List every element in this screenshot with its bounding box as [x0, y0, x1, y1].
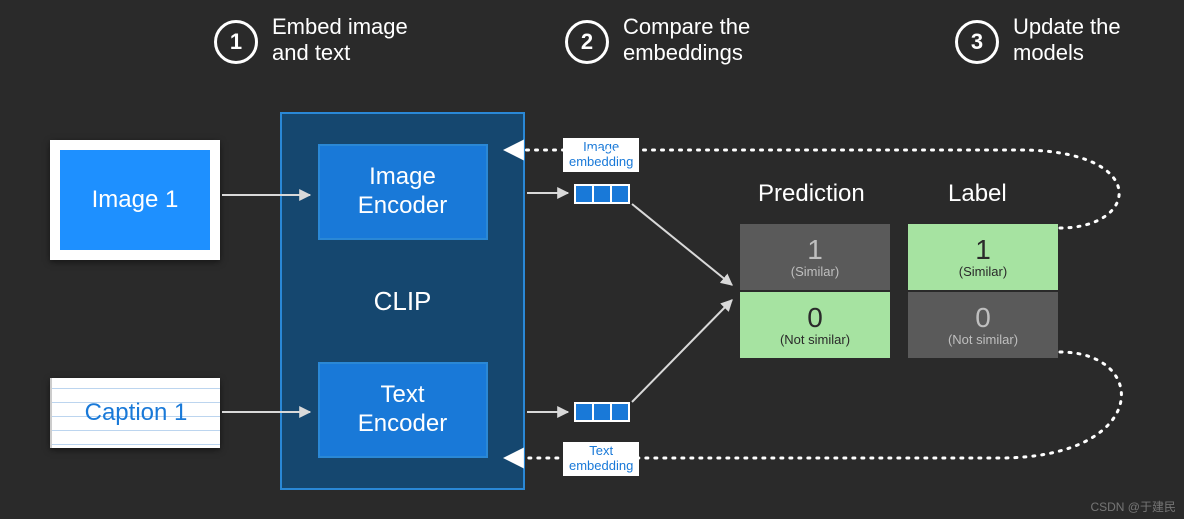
text-embedding-vector — [574, 402, 628, 422]
caption-card: Caption 1 — [50, 378, 220, 448]
step-number: 3 — [971, 29, 983, 55]
text-embedding-label: Text embedding — [563, 442, 639, 476]
label-cell-similar: 1 (Similar) — [908, 224, 1058, 290]
image-thumbnail: Image 1 — [60, 150, 210, 250]
cell-value: 1 — [807, 236, 823, 264]
cell-note: (Not similar) — [780, 332, 850, 347]
cell-value: 0 — [975, 304, 991, 332]
clip-module: Image Encoder CLIP Text Encoder — [280, 112, 525, 490]
label-header: Label — [948, 180, 1007, 208]
prediction-header: Prediction — [758, 180, 865, 208]
image-encoder-box: Image Encoder — [318, 144, 488, 240]
image-label: Image 1 — [92, 186, 179, 214]
cell-value: 1 — [975, 236, 991, 264]
image-card: Image 1 — [50, 140, 220, 260]
prediction-cell-not-similar: 0 (Not similar) — [740, 292, 890, 358]
watermark: CSDN @于建民 — [1090, 498, 1176, 515]
cell-value: 0 — [807, 304, 823, 332]
caption-label: Caption 1 — [85, 399, 188, 427]
label-cell-not-similar: 0 (Not similar) — [908, 292, 1058, 358]
step-number: 1 — [230, 29, 242, 55]
text-encoder-box: Text Encoder — [318, 362, 488, 458]
clip-title: CLIP — [374, 286, 432, 317]
step-text-1: Embed image and text — [272, 14, 408, 67]
step-badge-1: 1 — [214, 20, 258, 64]
step-number: 2 — [581, 29, 593, 55]
cell-note: (Similar) — [791, 264, 839, 279]
cell-note: (Similar) — [959, 264, 1007, 279]
image-embedding-vector — [574, 184, 628, 204]
step-badge-2: 2 — [565, 20, 609, 64]
image-embedding-label: Image embedding — [563, 138, 639, 172]
cell-note: (Not similar) — [948, 332, 1018, 347]
step-badge-3: 3 — [955, 20, 999, 64]
step-text-2: Compare the embeddings — [623, 14, 750, 67]
step-text-3: Update the models — [1013, 14, 1121, 67]
prediction-cell-similar: 1 (Similar) — [740, 224, 890, 290]
